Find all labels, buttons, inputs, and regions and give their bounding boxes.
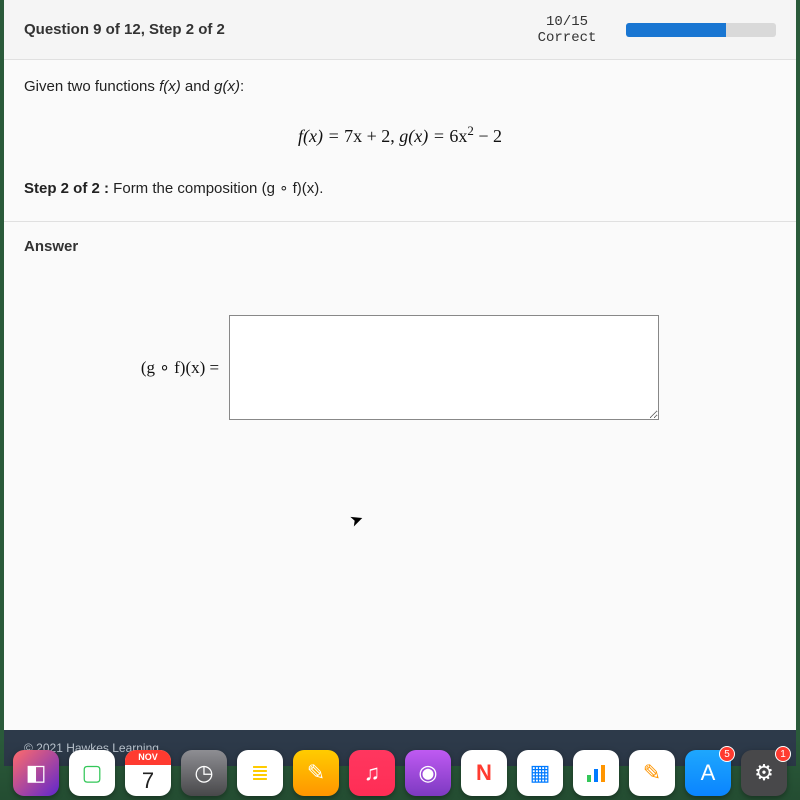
step-bold: Step 2 of 2 :: [24, 180, 109, 197]
progress-fill: [626, 23, 726, 37]
question-label: Question 9 of 12, Step 2 of 2: [24, 21, 522, 38]
answer-heading: Answer: [24, 238, 776, 255]
problem-statement: Given two functions f(x) and g(x): f(x) …: [4, 60, 796, 222]
composition-input[interactable]: [229, 315, 659, 420]
appstore-badge: 5: [719, 746, 735, 762]
fx-name: f(x): [159, 78, 181, 95]
answer-prefix: (g ∘ f)(x) =: [141, 358, 219, 378]
content-area: Given two functions f(x) and g(x): f(x) …: [4, 60, 796, 730]
dock-pages[interactable]: ✎: [629, 750, 675, 796]
dock: ◧ ▢ NOV 7 ◷ ≣ ✎ ♫ ◉ N ▦ ✎ A5 ⚙1: [0, 738, 800, 800]
dock-settings[interactable]: ⚙1: [741, 750, 787, 796]
app-window: Question 9 of 12, Step 2 of 2 10/15 Corr…: [4, 0, 796, 730]
score-box: 10/15 Correct: [522, 14, 612, 46]
dock-app-1[interactable]: ◧: [13, 750, 59, 796]
dock-notes[interactable]: ✎: [293, 750, 339, 796]
equation-line: f(x) = 7x + 2, g(x) = 6x2 − 2: [24, 123, 776, 147]
dock-keynote[interactable]: ▦: [517, 750, 563, 796]
dock-appstore[interactable]: A5: [685, 750, 731, 796]
score-correct-label: Correct: [538, 30, 597, 46]
gx-name: g(x): [214, 78, 240, 95]
dock-app-4[interactable]: ◷: [181, 750, 227, 796]
dock-numbers[interactable]: [573, 750, 619, 796]
answer-row: (g ∘ f)(x) =: [24, 315, 776, 420]
question-header: Question 9 of 12, Step 2 of 2 10/15 Corr…: [4, 0, 796, 60]
answer-section: Answer (g ∘ f)(x) =: [4, 222, 796, 450]
score-numerator: 10/15: [546, 14, 588, 30]
dock-reminders[interactable]: ≣: [237, 750, 283, 796]
settings-badge: 1: [775, 746, 791, 762]
dock-music[interactable]: ♫: [349, 750, 395, 796]
dock-podcasts[interactable]: ◉: [405, 750, 451, 796]
given-line: Given two functions f(x) and g(x):: [24, 78, 776, 95]
step-line: Step 2 of 2 : Form the composition (g ∘ …: [24, 179, 776, 197]
progress-bar: [626, 23, 776, 37]
dock-calendar[interactable]: NOV 7: [125, 750, 171, 796]
dock-news[interactable]: N: [461, 750, 507, 796]
dock-facetime[interactable]: ▢: [69, 750, 115, 796]
